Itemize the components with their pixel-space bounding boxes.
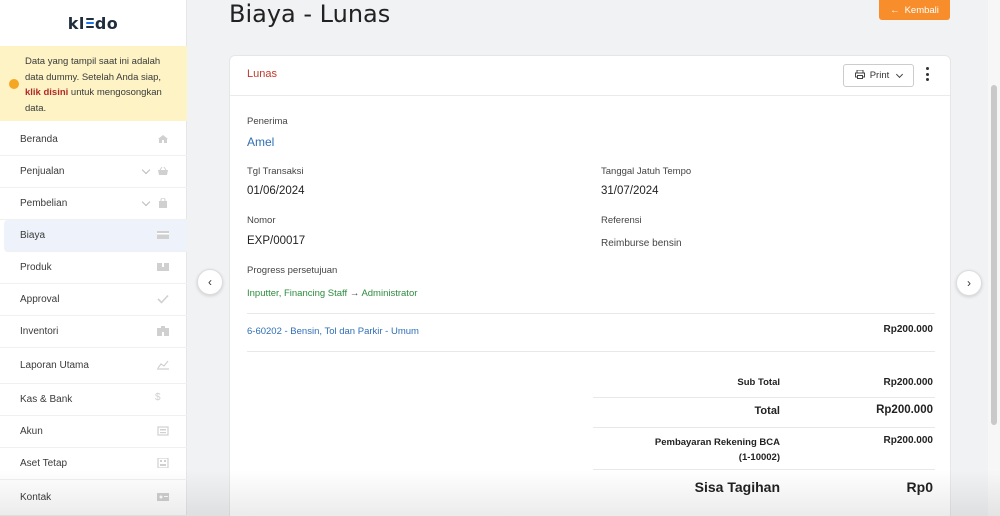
subtotal-label: Sub Total [737, 377, 780, 388]
payment-link[interactable]: Pembayaran Rekening BCA (1-10002) [610, 435, 780, 465]
progress-value: Inputter, Financing Staff → Administrato… [247, 288, 418, 299]
check-icon [157, 294, 169, 304]
subtotal-value: Rp200.000 [883, 377, 933, 388]
referensi-value: Reimburse bensin [601, 238, 682, 249]
total-value: Rp200.000 [876, 404, 933, 416]
contact-icon [157, 492, 169, 502]
status-label: Lunas [247, 68, 277, 80]
basket-icon [157, 166, 169, 176]
sidebar-item-inventori[interactable]: Inventori [0, 316, 187, 348]
chevron-right-icon: › [967, 276, 971, 290]
asset-icon [157, 458, 169, 468]
penerima-label: Penerima [247, 116, 288, 127]
chevron-down-icon [141, 165, 151, 175]
section-divider [247, 313, 935, 314]
dollar-icon: $ [155, 392, 161, 403]
tgl-transaksi-value: 01/06/2024 [247, 185, 305, 197]
arrow-right-icon: → [349, 288, 360, 299]
logo-bars-icon [85, 18, 94, 28]
penerima-value[interactable]: Amel [247, 135, 274, 149]
sidebar-item-pembelian[interactable]: Pembelian [0, 188, 187, 220]
payment-value: Rp200.000 [883, 435, 933, 446]
sidebar-item-penjualan[interactable]: Penjualan [0, 156, 187, 188]
scrollbar-thumb[interactable] [991, 85, 997, 425]
box-icon [157, 262, 169, 272]
sidebar-menu: Beranda Penjualan Pembelian Biaya Produk… [0, 124, 187, 516]
warning-dot-icon [9, 79, 19, 89]
sidebar-item-biaya[interactable]: Biaya [4, 220, 187, 252]
line-account-link[interactable]: 6-60202 - Bensin, Tol dan Parkir - Umum [247, 326, 419, 337]
total-divider [593, 427, 935, 428]
sidebar-item-laporan-utama[interactable]: Laporan Utama [0, 348, 187, 384]
print-button[interactable]: Print [843, 64, 914, 87]
next-record-button[interactable]: › [956, 270, 982, 296]
line-amount: Rp200.000 [883, 324, 933, 335]
chart-icon [157, 360, 169, 370]
sisa-tagihan-label: Sisa Tagihan [694, 479, 780, 495]
referensi-label: Referensi [601, 215, 642, 226]
card-header: Lunas Print [230, 56, 950, 96]
account-icon [157, 426, 169, 436]
jatuh-tempo-label: Tanggal Jatuh Tempo [601, 166, 692, 177]
back-button[interactable]: ← Kembali [879, 0, 950, 20]
printer-icon [854, 69, 865, 82]
sidebar-item-approval[interactable]: Approval [0, 284, 187, 316]
tgl-transaksi-label: Tgl Transaksi [247, 166, 304, 177]
sidebar-item-aset-tetap[interactable]: Aset Tetap [0, 448, 187, 480]
sisa-tagihan-value: Rp0 [906, 479, 933, 495]
page-title: Biaya - Lunas [229, 0, 391, 28]
sidebar-item-akun[interactable]: Akun [0, 416, 187, 448]
progress-label: Progress persetujuan [247, 265, 338, 276]
clear-data-link[interactable]: klik disini [25, 87, 68, 98]
nomor-label: Nomor [247, 215, 276, 226]
expense-detail-card: Lunas Print Penerima Amel Tgl Transaksi … [229, 55, 951, 516]
sidebar: kl do Data yang tampil saat ini adalah d… [0, 0, 187, 516]
chevron-left-icon: ‹ [208, 275, 212, 289]
nomor-value: EXP/00017 [247, 235, 306, 247]
building-icon [157, 326, 169, 336]
bag-icon [157, 198, 169, 208]
more-options-icon[interactable] [924, 67, 930, 81]
payment-divider [593, 469, 935, 470]
home-icon [157, 134, 169, 144]
sidebar-item-produk[interactable]: Produk [0, 252, 187, 284]
arrow-left-icon: ← [890, 4, 900, 16]
total-label: Total [754, 405, 780, 417]
sidebar-item-kontak[interactable]: Kontak [0, 480, 187, 516]
sidebar-item-beranda[interactable]: Beranda [0, 124, 187, 156]
subtotal-divider [593, 397, 935, 398]
previous-record-button[interactable]: ‹ [197, 269, 223, 295]
card-icon [157, 230, 169, 240]
chevron-down-icon [896, 70, 904, 78]
sidebar-item-kas-bank[interactable]: Kas & Bank $ [0, 384, 187, 416]
jatuh-tempo-value: 31/07/2024 [601, 185, 659, 197]
chevron-down-icon [141, 197, 151, 207]
kledo-logo[interactable]: kl do [0, 0, 186, 46]
lines-divider [247, 351, 935, 352]
dummy-data-notice: Data yang tampil saat ini adalah data du… [0, 46, 187, 121]
